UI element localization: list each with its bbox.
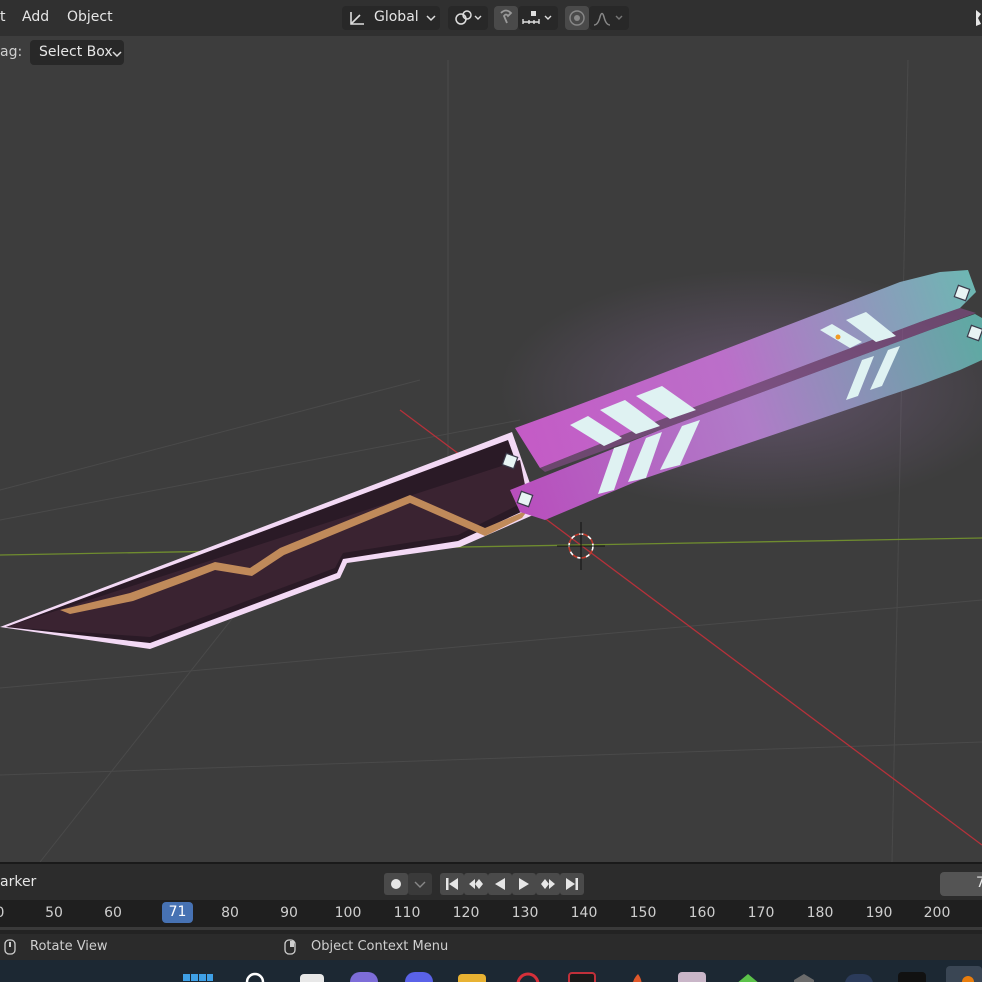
drag-label: ag: (0, 44, 23, 60)
mouse-middle-icon (4, 939, 16, 955)
search-icon[interactable] (243, 968, 271, 982)
app-icon-flame[interactable] (624, 970, 652, 982)
y-axis-line (0, 537, 982, 556)
app-icon-green[interactable] (734, 970, 762, 982)
3d-cursor-icon (557, 522, 605, 570)
next-keyframe-icon (541, 879, 555, 889)
frame-tick: 140 (570, 905, 598, 921)
timeline-scrollbar[interactable] (0, 927, 982, 930)
play-button[interactable] (512, 873, 536, 895)
orientation-label: Global (374, 9, 419, 25)
app-icon-purple[interactable] (350, 972, 378, 982)
snap-toggle[interactable] (494, 6, 518, 30)
snap-magnet-icon (500, 9, 513, 24)
jump-to-start-button[interactable] (440, 873, 464, 895)
frame-tick: 170 (747, 905, 775, 921)
menu-object[interactable]: Object (67, 9, 113, 25)
marker-menu[interactable]: arker (0, 874, 36, 890)
blender-taskbar-icon[interactable] (946, 966, 982, 982)
knife-blade (0, 432, 540, 649)
frame-tick: 110 (393, 905, 421, 921)
frame-tick: 150 (629, 905, 657, 921)
end-frame-field[interactable]: 7 (940, 872, 982, 896)
app-icon-red[interactable] (514, 970, 542, 982)
file-explorer-icon[interactable] (458, 974, 486, 982)
transform-orientation-dropdown[interactable]: Global (342, 6, 440, 30)
frame-tick: 0 (0, 905, 4, 921)
app-icon-avatar[interactable] (678, 972, 706, 982)
chevron-down-icon (414, 881, 426, 888)
epic-games-icon[interactable] (898, 972, 926, 982)
mouse-right-icon (284, 939, 296, 955)
proportional-edit-toggle[interactable] (565, 6, 589, 30)
drag-select-dropdown[interactable]: Select Box (30, 40, 124, 65)
orientation-axes-icon (350, 12, 364, 25)
record-icon (391, 879, 401, 889)
viewport-header: t Add Object Global (0, 0, 982, 36)
snap-target-dropdown[interactable] (518, 6, 558, 30)
frame-tick: 130 (511, 905, 539, 921)
chevron-down-icon (112, 51, 122, 58)
falloff-curve-icon (593, 12, 623, 26)
pivot-point-dropdown[interactable] (448, 6, 488, 30)
proportional-falloff-dropdown[interactable] (589, 6, 629, 30)
jump-to-end-button[interactable] (560, 873, 584, 895)
keying-options-dropdown[interactable] (408, 873, 432, 895)
frame-tick: 90 (280, 905, 298, 921)
frame-ruler[interactable]: 0 50 60 80 90 100 110 120 130 140 150 16… (0, 900, 982, 930)
jump-next-keyframe-button[interactable] (536, 873, 560, 895)
3d-viewport[interactable]: ag: Select Box (0, 36, 982, 862)
scene-canvas[interactable] (0, 36, 982, 862)
frame-tick: 120 (452, 905, 480, 921)
timeline-header: arker 7 (0, 864, 982, 900)
status-bar: Rotate View Object Context Menu (0, 934, 982, 960)
end-frame-value: 7 (976, 875, 982, 891)
app-icon-dark[interactable] (845, 974, 873, 982)
pivot-link-icon (455, 10, 482, 25)
frame-tick: 180 (806, 905, 834, 921)
frame-tick: 80 (221, 905, 239, 921)
play-icon (519, 878, 529, 890)
frame-tick: 50 (45, 905, 63, 921)
menu-select[interactable]: t (0, 9, 6, 25)
app-icon-shield[interactable] (790, 972, 818, 982)
play-reverse-button[interactable] (488, 873, 512, 895)
chevron-down-icon (426, 15, 436, 22)
terminal-icon[interactable] (568, 972, 596, 982)
timeline-editor: arker 7 0 50 60 80 (0, 862, 982, 934)
frame-tick: 60 (104, 905, 122, 921)
start-menu-icon[interactable] (183, 968, 213, 982)
status-rotate-view: Rotate View (30, 939, 108, 954)
jump-prev-keyframe-button[interactable] (464, 873, 488, 895)
auto-keying-button[interactable] (384, 873, 408, 895)
play-reverse-icon (495, 878, 505, 890)
frame-tick: 190 (865, 905, 893, 921)
drag-select-value: Select Box (39, 44, 113, 60)
jump-end-icon (566, 878, 578, 890)
file-app-icon[interactable] (300, 974, 324, 982)
frame-tick: 160 (688, 905, 716, 921)
snap-increment-icon (522, 11, 552, 24)
status-context-menu: Object Context Menu (311, 939, 449, 954)
proportional-edit-icon (569, 10, 585, 26)
discord-icon[interactable] (405, 972, 433, 982)
gizmo-icon[interactable] (970, 8, 982, 28)
os-taskbar (0, 960, 982, 982)
prev-keyframe-icon (469, 879, 483, 889)
menu-add[interactable]: Add (22, 9, 49, 25)
object-origin (835, 334, 841, 340)
frame-tick: 200 (923, 905, 951, 921)
current-frame-indicator[interactable]: 71 (162, 902, 193, 923)
jump-start-icon (446, 878, 458, 890)
frame-tick: 100 (334, 905, 362, 921)
